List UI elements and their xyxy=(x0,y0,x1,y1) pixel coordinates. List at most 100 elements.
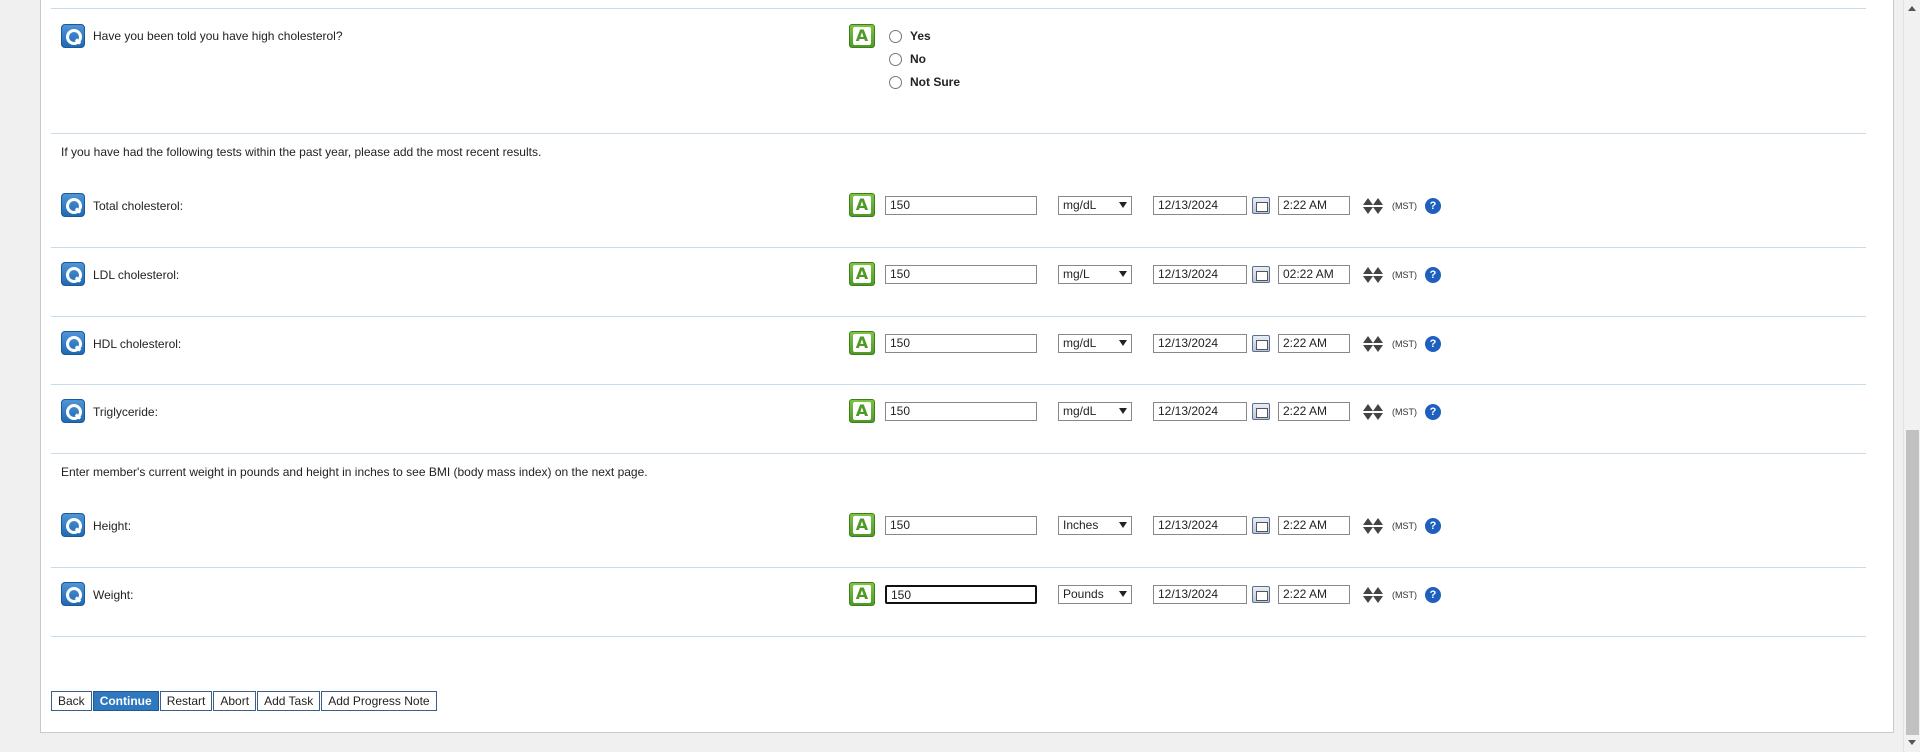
timezone-label: (MST) xyxy=(1392,521,1417,531)
divider xyxy=(51,247,1866,248)
row-label: Weight: xyxy=(93,588,134,602)
time-spinner-icon[interactable] xyxy=(1361,335,1383,353)
time-spinner-icon[interactable] xyxy=(1361,403,1383,421)
scroll-up-icon[interactable] xyxy=(1908,6,1916,11)
help-icon[interactable]: ? xyxy=(1425,198,1441,214)
abort-button[interactable]: Abort xyxy=(213,691,257,711)
row-label: Height: xyxy=(93,519,132,533)
time-input[interactable]: 2:22 AM xyxy=(1278,585,1350,604)
row-label: HDL cholesterol: xyxy=(93,337,182,351)
answer-icon: A xyxy=(849,193,875,217)
timezone-label: (MST) xyxy=(1392,407,1417,417)
radio-button[interactable] xyxy=(889,75,902,89)
radio-option-no[interactable]: No xyxy=(889,52,926,66)
calendar-icon[interactable] xyxy=(1252,335,1270,352)
value-input[interactable]: 150 xyxy=(885,585,1037,604)
help-icon[interactable]: ? xyxy=(1425,518,1441,534)
continue-button[interactable]: Continue xyxy=(92,691,159,711)
value-input[interactable]: 150 xyxy=(885,265,1037,284)
unit-select[interactable]: mg/dL xyxy=(1058,334,1132,353)
question-label: Have you been told you have high cholest… xyxy=(93,29,343,43)
question-icon xyxy=(61,24,85,48)
calendar-icon[interactable] xyxy=(1252,197,1270,214)
help-icon[interactable]: ? xyxy=(1425,336,1441,352)
help-icon[interactable]: ? xyxy=(1425,587,1441,603)
radio-label: No xyxy=(910,52,926,66)
time-spinner-icon[interactable] xyxy=(1361,266,1383,284)
divider xyxy=(51,133,1866,134)
divider xyxy=(51,316,1866,317)
unit-select[interactable]: mg/L xyxy=(1058,265,1132,284)
divider xyxy=(51,384,1866,385)
question-icon xyxy=(61,513,85,537)
answer-icon: A xyxy=(849,582,875,606)
calendar-icon[interactable] xyxy=(1252,517,1270,534)
radio-label: Not Sure xyxy=(910,75,961,89)
answer-icon: A xyxy=(849,262,875,286)
time-input[interactable]: 02:22 AM xyxy=(1278,265,1350,284)
chevron-down-icon xyxy=(1119,591,1127,597)
unit-select[interactable]: Inches xyxy=(1058,516,1132,535)
scroll-thumb[interactable] xyxy=(1906,430,1919,735)
vertical-scrollbar[interactable] xyxy=(1903,0,1920,752)
calendar-icon[interactable] xyxy=(1252,586,1270,603)
date-input[interactable]: 12/13/2024 xyxy=(1153,265,1247,284)
chevron-down-icon xyxy=(1119,271,1127,277)
time-spinner-icon[interactable] xyxy=(1361,586,1383,604)
radio-option-not-sure[interactable]: Not Sure xyxy=(889,75,960,89)
date-input[interactable]: 12/13/2024 xyxy=(1153,402,1247,421)
bmi-note: Enter member's current weight in pounds … xyxy=(61,465,648,479)
chevron-down-icon xyxy=(1119,340,1127,346)
divider xyxy=(51,453,1866,454)
help-icon[interactable]: ? xyxy=(1425,404,1441,420)
answer-icon: A xyxy=(849,399,875,423)
time-spinner-icon[interactable] xyxy=(1361,517,1383,535)
time-input[interactable]: 2:22 AM xyxy=(1278,334,1350,353)
question-icon xyxy=(61,193,85,217)
unit-select[interactable]: Pounds xyxy=(1058,585,1132,604)
unit-select[interactable]: mg/dL xyxy=(1058,402,1132,421)
time-input[interactable]: 2:22 AM xyxy=(1278,196,1350,215)
back-button[interactable]: Back xyxy=(51,691,92,711)
divider xyxy=(51,636,1866,637)
time-spinner-icon[interactable] xyxy=(1361,197,1383,215)
add-task-button[interactable]: Add Task xyxy=(257,691,321,711)
restart-button[interactable]: Restart xyxy=(159,691,213,711)
time-input[interactable]: 2:22 AM xyxy=(1278,516,1350,535)
question-icon xyxy=(61,262,85,286)
unit-value: mg/dL xyxy=(1063,198,1097,212)
question-icon xyxy=(61,331,85,355)
value-input[interactable]: 150 xyxy=(885,402,1037,421)
chevron-down-icon xyxy=(1119,408,1127,414)
value-input[interactable]: 150 xyxy=(885,334,1037,353)
unit-value: Inches xyxy=(1063,518,1099,532)
divider xyxy=(51,8,1866,9)
answer-icon: A xyxy=(849,331,875,355)
value-input[interactable]: 150 xyxy=(885,516,1037,535)
scroll-down-icon[interactable] xyxy=(1908,740,1916,745)
question-icon xyxy=(61,399,85,423)
divider xyxy=(51,567,1866,568)
radio-button[interactable] xyxy=(889,29,902,43)
row-label: Triglyceride: xyxy=(93,405,158,419)
calendar-icon[interactable] xyxy=(1252,403,1270,420)
add-progress-note-button[interactable]: Add Progress Note xyxy=(321,691,437,711)
date-input[interactable]: 12/13/2024 xyxy=(1153,585,1247,604)
help-icon[interactable]: ? xyxy=(1425,267,1441,283)
timezone-label: (MST) xyxy=(1392,201,1417,211)
date-input[interactable]: 12/13/2024 xyxy=(1153,516,1247,535)
answer-icon: A xyxy=(849,24,875,48)
answer-icon: A xyxy=(849,513,875,537)
unit-value: Pounds xyxy=(1063,587,1104,601)
time-input[interactable]: 2:22 AM xyxy=(1278,402,1350,421)
value-input[interactable]: 150 xyxy=(885,196,1037,215)
radio-button[interactable] xyxy=(889,52,902,66)
radio-option-yes[interactable]: Yes xyxy=(889,29,931,43)
timezone-label: (MST) xyxy=(1392,590,1417,600)
calendar-icon[interactable] xyxy=(1252,266,1270,283)
date-input[interactable]: 12/13/2024 xyxy=(1153,196,1247,215)
unit-select[interactable]: mg/dL xyxy=(1058,196,1132,215)
timezone-label: (MST) xyxy=(1392,270,1417,280)
date-input[interactable]: 12/13/2024 xyxy=(1153,334,1247,353)
row-label: LDL cholesterol: xyxy=(93,268,180,282)
